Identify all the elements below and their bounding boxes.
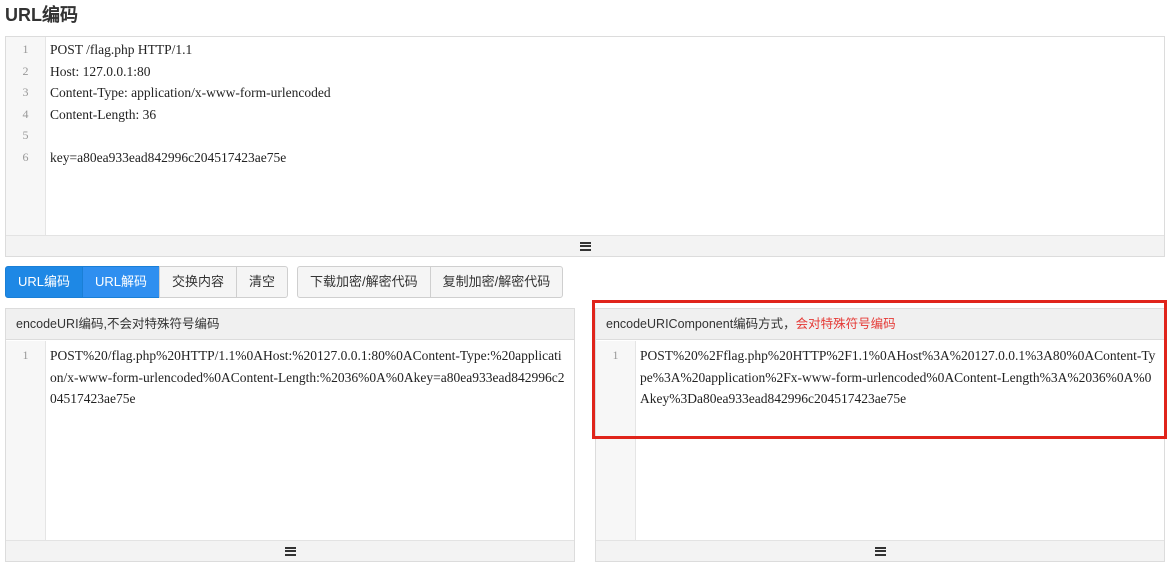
menu-icon [579,241,591,251]
code-line: Content-Type: application/x-www-form-url… [50,85,331,100]
url-encode-button[interactable]: URL编码 [5,266,84,298]
line-number-gutter: 1 [596,341,636,540]
code-line: Content-Length: 36 [50,106,157,122]
line-number: 5 [22,128,29,142]
output-text: POST%20%2Fflag.php%20HTTP%2F1.1%0AHost%3… [640,348,1156,406]
line-number: 6 [22,149,29,164]
encodeuri-panel: encodeURI编码,不会对特殊符号编码 1 POST%20/flag.php… [5,308,575,562]
encodeuricomponent-output-editor[interactable]: 1 POST%20%2Fflag.php%20HTTP%2F1.1%0AHost… [596,341,1164,561]
code-line: POST /flag.php HTTP/1.1 [50,42,193,57]
input-editor[interactable]: 1 2 3 4 5 6 POST /flag.php HTTP/1.1 Host… [5,36,1165,257]
line-number: 3 [22,85,29,99]
encodeuricomponent-panel: encodeURIComponent编码方式，会对特殊符号编码 1 POST%2… [595,308,1165,562]
resize-handle[interactable] [596,540,1164,561]
line-number: 1 [612,348,619,362]
encodeuri-output[interactable]: POST%20/flag.php%20HTTP/1.1%0AHost:%2012… [50,341,568,540]
resize-handle[interactable] [6,235,1164,256]
code-line: Host: 127.0.0.1:80 [50,63,151,79]
page-title: URL编码 [5,5,78,25]
url-decode-button[interactable]: URL解码 [82,266,161,298]
code-line: key=a80ea933ead842996c204517423ae75e [50,149,287,165]
panel-header-warning: 会对特殊符号编码 [795,317,896,331]
panel-header: encodeURI编码,不会对特殊符号编码 [6,309,574,340]
clear-button[interactable]: 清空 [236,266,289,298]
menu-icon [874,546,886,556]
code-button-group: 下载加密/解密代码 复制加密/解密代码 [297,266,564,298]
copy-code-button[interactable]: 复制加密/解密代码 [429,266,564,298]
line-number: 4 [22,106,29,121]
input-code-area[interactable]: POST /flag.php HTTP/1.1 Host: 127.0.0.1:… [50,37,1158,235]
line-number: 1 [22,42,29,56]
output-text: POST%20/flag.php%20HTTP/1.1%0AHost:%2012… [50,348,565,406]
download-code-button[interactable]: 下载加密/解密代码 [297,266,431,298]
panel-header-main: encodeURIComponent编码方式， [606,317,796,331]
line-number-gutter: 1 [6,341,46,540]
encodeuri-output-editor[interactable]: 1 POST%20/flag.php%20HTTP/1.1%0AHost:%20… [6,341,574,561]
line-number: 2 [22,63,29,78]
encodeuricomponent-output[interactable]: POST%20%2Fflag.php%20HTTP%2F1.1%0AHost%3… [640,341,1158,540]
menu-icon [284,546,296,556]
panel-header: encodeURIComponent编码方式，会对特殊符号编码 [596,309,1164,340]
swap-content-button[interactable]: 交换内容 [159,266,238,298]
line-number: 1 [22,348,29,362]
encode-button-group: URL编码 URL解码 交换内容 清空 [5,266,289,298]
resize-handle[interactable] [6,540,574,561]
line-number-gutter: 1 2 3 4 5 6 [6,37,46,235]
